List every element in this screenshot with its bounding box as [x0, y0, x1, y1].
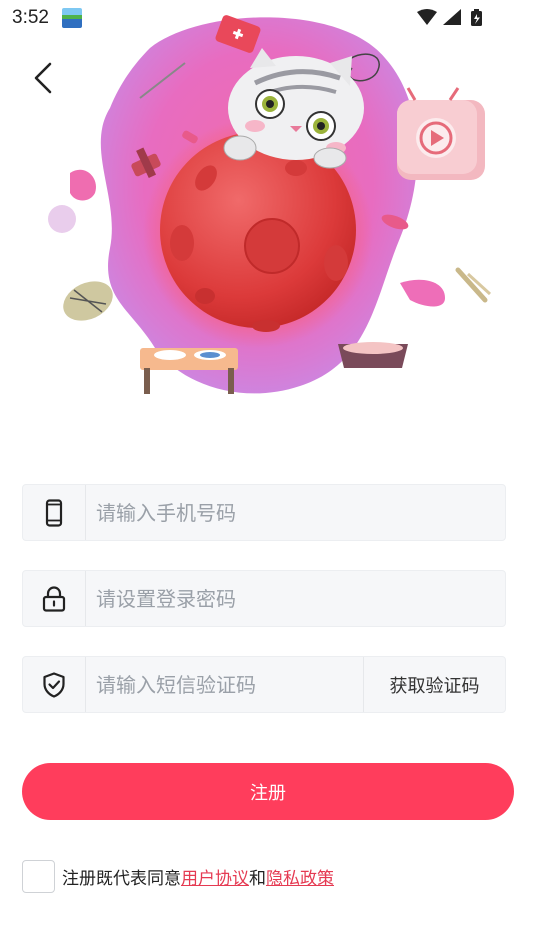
planet-crater [285, 160, 307, 176]
password-input[interactable] [96, 571, 496, 626]
hero-illustration [48, 15, 492, 394]
video-play-icon [397, 87, 485, 180]
planet-crater [195, 288, 215, 304]
litter-box-icon [338, 342, 408, 368]
phone-icon [45, 498, 63, 527]
agreement-conjunction: 和 [249, 868, 266, 889]
user-agreement-link[interactable]: 用户协议 [181, 864, 249, 889]
privacy-policy-link[interactable]: 隐私政策 [266, 864, 334, 889]
planet-crater [244, 218, 300, 274]
sms-code-field: 获取验证码 [22, 656, 506, 713]
planet-crater [324, 245, 348, 281]
shield-check-icon [43, 671, 65, 698]
agreement-checkbox[interactable] [22, 859, 55, 893]
get-code-button[interactable]: 获取验证码 [363, 657, 505, 712]
planet-crater [252, 320, 280, 332]
agreement-prefix: 注册既代表同意 [62, 868, 181, 889]
bubble [48, 205, 76, 233]
phone-field-icon-box [23, 485, 86, 540]
planet-crater [170, 225, 194, 261]
pink-splash-left [70, 169, 96, 201]
agreement-row: 注册既代表同意 用户协议 和 隐私政策 [22, 859, 334, 893]
pet-carrier-icon [63, 281, 113, 321]
pink-splash-right [400, 279, 445, 307]
phone-input[interactable] [96, 485, 496, 540]
password-field [22, 570, 506, 627]
sms-code-input[interactable] [96, 657, 361, 712]
syringe-icon [455, 267, 492, 303]
password-field-icon-box [23, 571, 86, 626]
phone-field [22, 484, 506, 541]
sms-field-icon-box [23, 657, 86, 712]
lock-icon [42, 585, 66, 612]
register-button[interactable]: 注册 [22, 763, 514, 820]
